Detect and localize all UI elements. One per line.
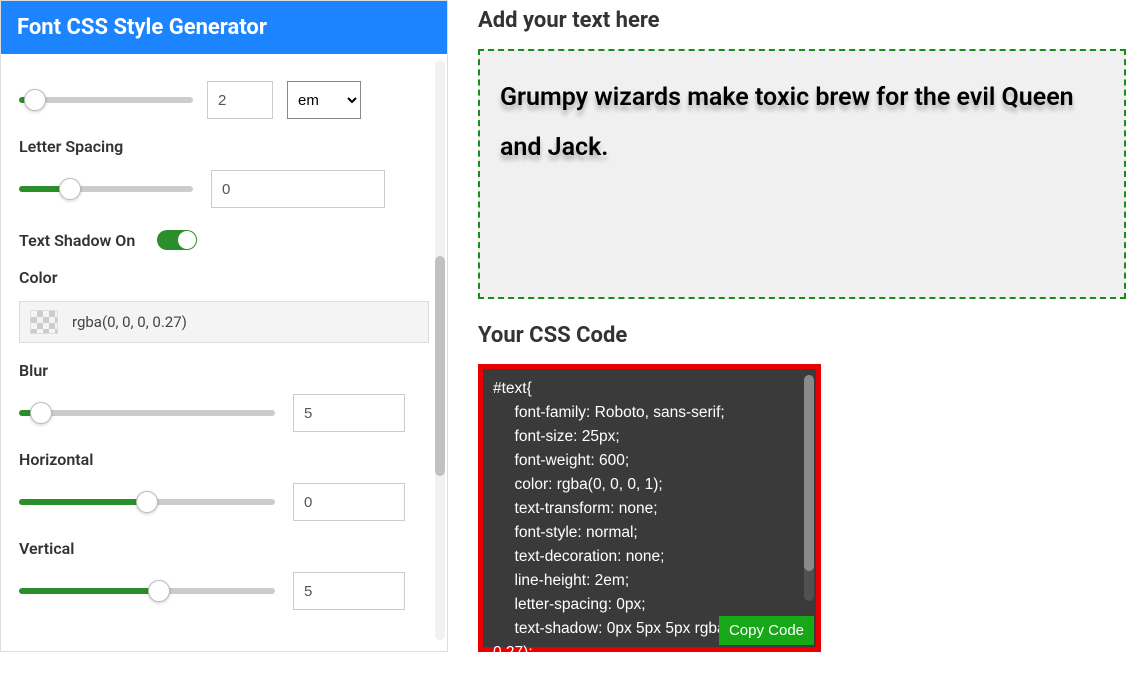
slider-thumb[interactable]: [136, 491, 158, 513]
vertical-slider[interactable]: [19, 588, 275, 594]
panel-scrollbar[interactable]: [435, 60, 445, 640]
controls-panel: Font CSS Style Generator em Letter: [0, 0, 448, 652]
horizontal-slider[interactable]: [19, 499, 275, 505]
preview-box[interactable]: Grumpy wizards make toxic brew for the e…: [478, 49, 1126, 299]
css-code[interactable]: #text{ font-family: Roboto, sans-serif; …: [483, 369, 816, 647]
text-shadow-toggle[interactable]: [157, 230, 197, 250]
code-output-box: #text{ font-family: Roboto, sans-serif; …: [478, 364, 821, 652]
preview-text: Grumpy wizards make toxic brew for the e…: [500, 73, 1104, 173]
copy-code-button[interactable]: Copy Code: [719, 616, 814, 645]
letter-spacing-input[interactable]: [211, 170, 385, 208]
letter-spacing-slider[interactable]: [19, 186, 193, 192]
blur-slider[interactable]: [19, 410, 275, 416]
preview-title: Add your text here: [478, 8, 1133, 33]
line-height-slider[interactable]: [19, 97, 193, 103]
panel-scroll-thumb[interactable]: [435, 256, 445, 476]
code-scrollbar[interactable]: [804, 375, 814, 601]
panel-title: Font CSS Style Generator: [1, 1, 447, 54]
code-scroll-thumb[interactable]: [804, 375, 814, 571]
shadow-color-picker[interactable]: rgba(0, 0, 0, 0.27): [19, 301, 429, 343]
letter-spacing-label: Letter Spacing: [19, 137, 429, 156]
blur-input[interactable]: [293, 394, 405, 432]
line-height-input[interactable]: [207, 81, 273, 119]
slider-thumb[interactable]: [59, 178, 81, 200]
shadow-color-label: Color: [19, 268, 429, 287]
slider-thumb[interactable]: [148, 580, 170, 602]
output-panel: Add your text here Grumpy wizards make t…: [478, 0, 1141, 652]
slider-thumb[interactable]: [24, 89, 46, 111]
checker-swatch-icon: [30, 310, 58, 334]
vertical-label: Vertical: [19, 539, 429, 558]
horizontal-input[interactable]: [293, 483, 405, 521]
text-shadow-label: Text Shadow On: [19, 231, 135, 250]
horizontal-label: Horizontal: [19, 450, 429, 469]
slider-thumb[interactable]: [30, 402, 52, 424]
blur-label: Blur: [19, 361, 429, 380]
shadow-color-value: rgba(0, 0, 0, 0.27): [72, 313, 187, 331]
code-title: Your CSS Code: [478, 323, 1133, 348]
line-height-unit-select[interactable]: em: [287, 81, 361, 119]
toggle-knob: [178, 231, 196, 249]
vertical-input[interactable]: [293, 572, 405, 610]
